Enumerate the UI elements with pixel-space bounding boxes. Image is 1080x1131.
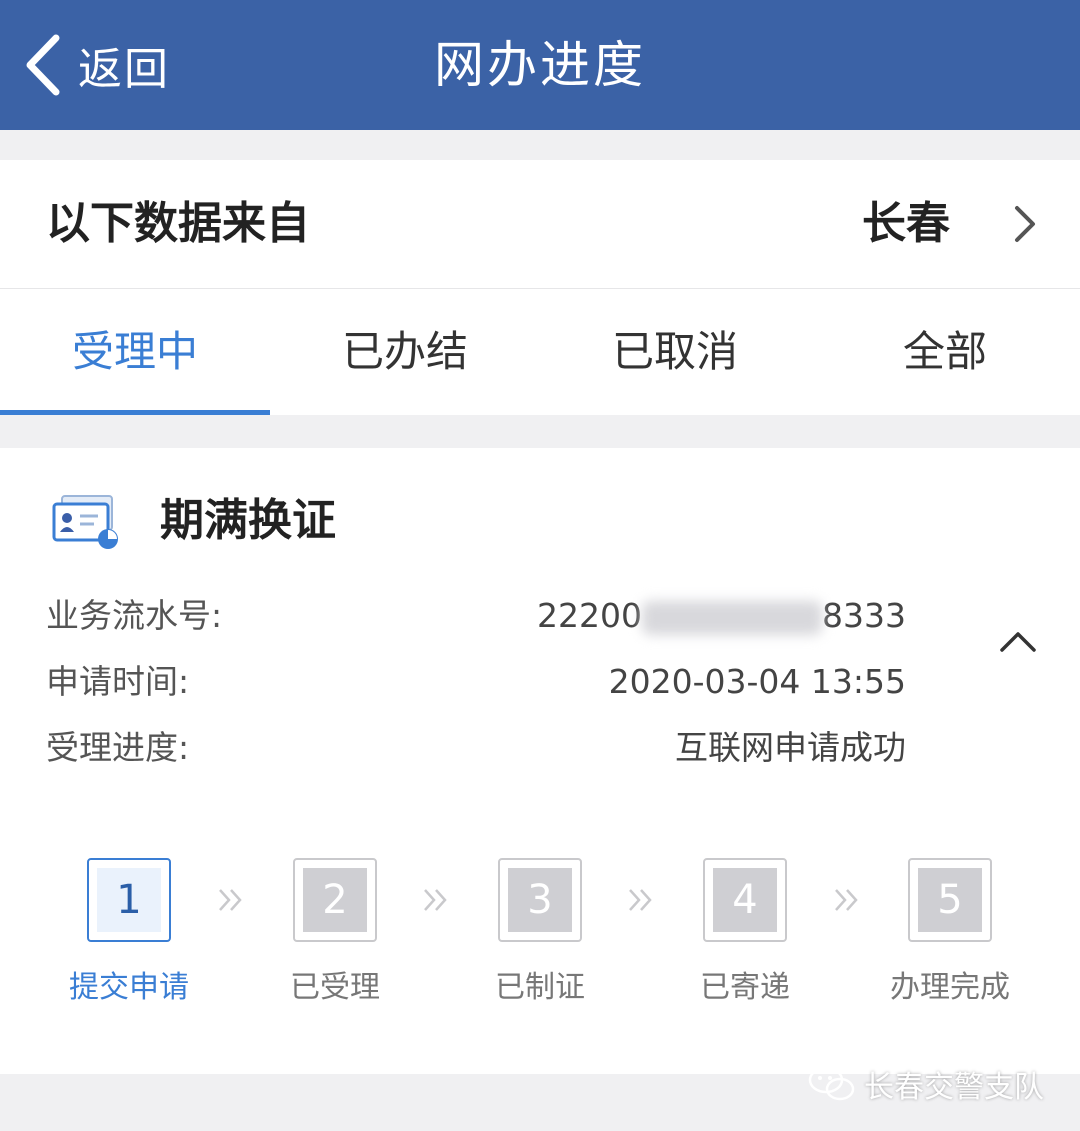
double-chevron-right-icon (629, 889, 652, 911)
apply-time-row: 申请时间: 2020-03-04 13:55 (46, 654, 906, 710)
step-label: 已寄递 (700, 970, 790, 1005)
tab-processing[interactable]: 受理中 (0, 289, 270, 415)
step-box: 1 (87, 858, 171, 942)
redacted-block (642, 600, 823, 635)
tab-cancelled[interactable]: 已取消 (540, 289, 810, 415)
progress-row: 受理进度: 互联网申请成功 (46, 720, 906, 776)
serial-row: 业务流水号: 22200 8333 (46, 588, 906, 644)
chevron-right-icon (1015, 206, 1035, 242)
id-card-icon (52, 495, 118, 549)
apply-time-value: 2020-03-04 13:55 (608, 662, 906, 701)
data-source-label: 以下数据来自 (46, 198, 310, 249)
step-number: 3 (508, 868, 572, 932)
step-number: 4 (713, 868, 777, 932)
step-box: 5 (908, 858, 992, 942)
data-source-city: 长春 (862, 198, 950, 249)
top-bar: 返回 网办进度 (0, 0, 1080, 130)
business-card: 期满换证 业务流水号: 22200 8333 申请时间: 2020-03-04 1… (0, 448, 1080, 1074)
step-finished: 5 办理完成 (860, 858, 1040, 1006)
step-submit: 1 提交申请 (39, 858, 219, 1006)
watermark-text: 长春交警支队 (864, 1070, 1044, 1105)
serial-value: 22200 8333 (537, 588, 906, 644)
step-label: 已受理 (290, 970, 380, 1005)
step-box: 3 (498, 858, 582, 942)
apply-time-label: 申请时间: (46, 662, 190, 701)
business-title: 期满换证 (160, 495, 336, 546)
status-tabs: 受理中 已办结 已取消 全部 (0, 289, 1080, 415)
step-label: 已制证 (495, 970, 585, 1005)
step-number: 5 (918, 868, 982, 932)
tab-all[interactable]: 全部 (810, 289, 1080, 415)
watermark: 长春交警支队 (808, 1062, 1044, 1106)
step-mailed: 4 已寄递 (655, 858, 835, 1006)
step-label: 提交申请 (69, 970, 189, 1005)
page-title: 网办进度 (434, 36, 646, 94)
data-source-selector[interactable]: 以下数据来自 长春 (0, 160, 1080, 289)
step-produced: 3 已制证 (450, 858, 630, 1006)
wechat-icon (808, 1066, 855, 1101)
step-number: 1 (97, 868, 161, 932)
progress-value: 互联网申请成功 (675, 728, 906, 767)
progress-steps: 1 提交申请 2 已受理 3 已制证 4 已寄递 5 办理完成 (0, 858, 1080, 1008)
serial-prefix: 22200 (537, 596, 643, 635)
chevron-up-icon[interactable] (998, 628, 1038, 654)
double-chevron-right-icon (219, 889, 242, 911)
tab-completed[interactable]: 已办结 (270, 289, 540, 415)
step-number: 2 (303, 868, 367, 932)
step-box: 2 (293, 858, 377, 942)
serial-label: 业务流水号: (46, 596, 223, 635)
progress-label: 受理进度: (46, 728, 190, 767)
step-box: 4 (703, 858, 787, 942)
step-label: 办理完成 (890, 970, 1010, 1005)
double-chevron-right-icon (835, 889, 858, 911)
double-chevron-right-icon (424, 889, 447, 911)
serial-suffix: 8333 (822, 596, 906, 635)
step-accepted: 2 已受理 (245, 858, 425, 1006)
